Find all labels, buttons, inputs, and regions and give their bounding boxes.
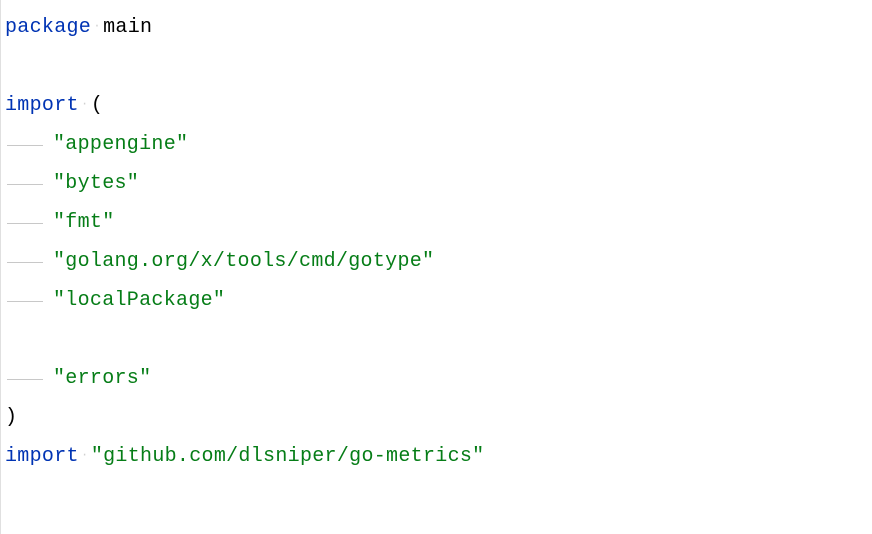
code-line-import-errors[interactable]: "errors" xyxy=(5,359,872,398)
import-string: "fmt" xyxy=(53,203,115,242)
import-string: "bytes" xyxy=(53,164,139,203)
keyword-package: package xyxy=(5,8,91,47)
code-line-1[interactable]: package·main xyxy=(5,8,872,47)
code-line-blank-indented[interactable] xyxy=(5,320,872,359)
open-paren: ( xyxy=(91,86,103,125)
import-string: "golang.org/x/tools/cmd/gotype" xyxy=(53,242,434,281)
whitespace-indicator: · xyxy=(79,444,91,467)
package-name: main xyxy=(103,8,152,47)
close-paren: ) xyxy=(5,398,17,437)
code-line-3[interactable]: import·( xyxy=(5,86,872,125)
import-string: "errors" xyxy=(53,359,151,398)
whitespace-indicator: · xyxy=(79,93,91,116)
code-line-import-single[interactable]: import·"github.com/dlsniper/go-metrics" xyxy=(5,437,872,476)
code-line-import-1[interactable]: "bytes" xyxy=(5,164,872,203)
code-editor[interactable]: package·main import·( "appengine" "bytes… xyxy=(5,8,872,476)
code-line-import-2[interactable]: "fmt" xyxy=(5,203,872,242)
whitespace-indicator: · xyxy=(91,15,103,38)
code-line-2-blank[interactable] xyxy=(5,47,872,86)
code-line-import-0[interactable]: "appengine" xyxy=(5,125,872,164)
keyword-import: import xyxy=(5,437,79,476)
code-line-import-3[interactable]: "golang.org/x/tools/cmd/gotype" xyxy=(5,242,872,281)
code-line-import-4[interactable]: "localPackage" xyxy=(5,281,872,320)
code-line-close-paren[interactable]: ) xyxy=(5,398,872,437)
import-string: "localPackage" xyxy=(53,281,225,320)
import-string: "github.com/dlsniper/go-metrics" xyxy=(91,437,485,476)
import-string: "appengine" xyxy=(53,125,188,164)
keyword-import: import xyxy=(5,86,79,125)
